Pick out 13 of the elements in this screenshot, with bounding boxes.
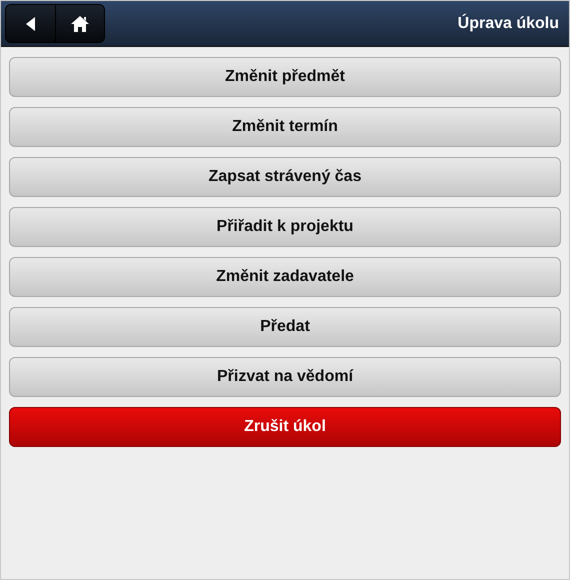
action-button[interactable]: Změnit zadavatele — [9, 257, 561, 297]
back-icon — [26, 16, 36, 30]
home-icon — [71, 16, 89, 32]
home-button[interactable] — [55, 5, 104, 42]
back-button[interactable] — [6, 5, 55, 42]
page-title: Úprava úkolu — [458, 14, 559, 32]
action-button[interactable]: Změnit termín — [9, 107, 561, 147]
action-button[interactable]: Přiřadit k projektu — [9, 207, 561, 247]
action-button[interactable]: Zapsat strávený čas — [9, 157, 561, 197]
action-button[interactable]: Přizvat na vědomí — [9, 357, 561, 397]
cancel-task-button[interactable]: Zrušit úkol — [9, 407, 561, 447]
action-button[interactable]: Předat — [9, 307, 561, 347]
action-button[interactable]: Změnit předmět — [9, 57, 561, 97]
